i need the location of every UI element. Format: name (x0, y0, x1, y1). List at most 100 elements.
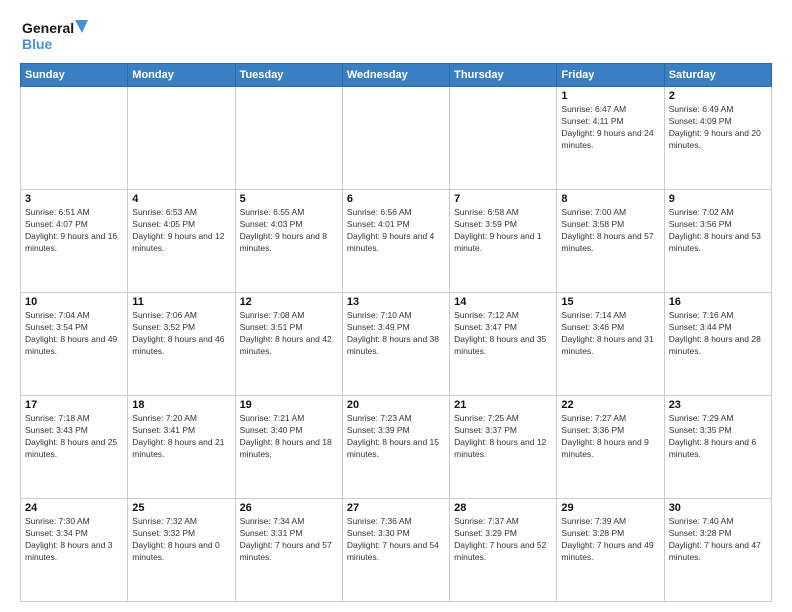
header-cell-thursday: Thursday (450, 64, 557, 87)
day-info: Sunrise: 7:12 AM Sunset: 3:47 PM Dayligh… (454, 310, 552, 358)
day-cell: 5 Sunrise: 6:55 AM Sunset: 4:03 PM Daylig… (235, 190, 342, 293)
day-info: Sunrise: 7:23 AM Sunset: 3:39 PM Dayligh… (347, 413, 445, 461)
day-cell: 16Sunrise: 7:16 AM Sunset: 3:44 PM Dayli… (664, 293, 771, 396)
day-info: Sunrise: 6:47 AM Sunset: 4:11 PM Dayligh… (561, 104, 659, 152)
calendar-table: SundayMondayTuesdayWednesdayThursdayFrid… (20, 63, 772, 602)
day-number: 13 (347, 296, 445, 308)
day-info: Sunrise: 7:29 AM Sunset: 3:35 PM Dayligh… (669, 413, 767, 461)
day-number: 6 (347, 193, 445, 205)
day-number: 1 (561, 90, 659, 102)
day-cell: 6Sunrise: 6:56 AM Sunset: 4:01 PM Daylig… (342, 190, 449, 293)
day-number: 30 (669, 502, 767, 514)
day-number: 21 (454, 399, 552, 411)
day-number: 3 (25, 193, 123, 205)
day-number: 8 (561, 193, 659, 205)
day-info: Sunrise: 7:36 AM Sunset: 3:30 PM Dayligh… (347, 516, 445, 564)
week-row-4: 17 Sunrise: 7:18 AM Sunset: 3:43 PM Dayli… (21, 396, 772, 499)
day-cell: 22Sunrise: 7:27 AM Sunset: 3:36 PM Dayli… (557, 396, 664, 499)
day-cell: 23 Sunrise: 7:29 AM Sunset: 3:35 PM Dayli… (664, 396, 771, 499)
day-info: Sunrise: 6:53 AM Sunset: 4:05 PM Dayligh… (132, 207, 230, 255)
day-number: 16 (669, 296, 767, 308)
day-cell (21, 87, 128, 190)
day-cell: 1 Sunrise: 6:47 AM Sunset: 4:11 PM Daylig… (557, 87, 664, 190)
day-info: Sunrise: 7:06 AM Sunset: 3:52 PM Dayligh… (132, 310, 230, 358)
day-number: 14 (454, 296, 552, 308)
day-number: 27 (347, 502, 445, 514)
day-cell: 24 Sunrise: 7:30 AM Sunset: 3:34 PM Dayli… (21, 499, 128, 602)
day-cell: 19 Sunrise: 7:21 AM Sunset: 3:40 PM Dayli… (235, 396, 342, 499)
day-cell: 27 Sunrise: 7:36 AM Sunset: 3:30 PM Dayli… (342, 499, 449, 602)
day-info: Sunrise: 7:08 AM Sunset: 3:51 PM Dayligh… (240, 310, 338, 358)
week-row-3: 10 Sunrise: 7:04 AM Sunset: 3:54 PM Dayli… (21, 293, 772, 396)
day-info: Sunrise: 7:34 AM Sunset: 3:31 PM Dayligh… (240, 516, 338, 564)
day-info: Sunrise: 7:39 AM Sunset: 3:28 PM Dayligh… (561, 516, 659, 564)
day-info: Sunrise: 7:10 AM Sunset: 3:49 PM Dayligh… (347, 310, 445, 358)
day-cell: 17 Sunrise: 7:18 AM Sunset: 3:43 PM Dayli… (21, 396, 128, 499)
day-number: 26 (240, 502, 338, 514)
day-cell (342, 87, 449, 190)
day-number: 4 (132, 193, 230, 205)
day-cell: 9 Sunrise: 7:02 AM Sunset: 3:56 PM Daylig… (664, 190, 771, 293)
day-number: 15 (561, 296, 659, 308)
day-cell: 11 Sunrise: 7:06 AM Sunset: 3:52 PM Dayli… (128, 293, 235, 396)
day-number: 29 (561, 502, 659, 514)
header: GeneralBlue (20, 15, 772, 55)
day-number: 17 (25, 399, 123, 411)
day-info: Sunrise: 6:49 AM Sunset: 4:09 PM Dayligh… (669, 104, 767, 152)
svg-text:General: General (22, 20, 74, 36)
day-number: 28 (454, 502, 552, 514)
day-cell: 25Sunrise: 7:32 AM Sunset: 3:32 PM Dayli… (128, 499, 235, 602)
week-row-5: 24 Sunrise: 7:30 AM Sunset: 3:34 PM Dayli… (21, 499, 772, 602)
week-row-2: 3 Sunrise: 6:51 AM Sunset: 4:07 PM Daylig… (21, 190, 772, 293)
day-number: 11 (132, 296, 230, 308)
day-number: 12 (240, 296, 338, 308)
day-number: 18 (132, 399, 230, 411)
day-number: 9 (669, 193, 767, 205)
day-cell: 15 Sunrise: 7:14 AM Sunset: 3:46 PM Dayli… (557, 293, 664, 396)
header-cell-friday: Friday (557, 64, 664, 87)
day-cell: 21 Sunrise: 7:25 AM Sunset: 3:37 PM Dayli… (450, 396, 557, 499)
header-cell-wednesday: Wednesday (342, 64, 449, 87)
day-number: 5 (240, 193, 338, 205)
day-cell (128, 87, 235, 190)
day-cell: 26 Sunrise: 7:34 AM Sunset: 3:31 PM Dayli… (235, 499, 342, 602)
day-number: 23 (669, 399, 767, 411)
day-info: Sunrise: 7:32 AM Sunset: 3:32 PM Dayligh… (132, 516, 230, 564)
header-cell-tuesday: Tuesday (235, 64, 342, 87)
day-info: Sunrise: 7:25 AM Sunset: 3:37 PM Dayligh… (454, 413, 552, 461)
day-info: Sunrise: 6:55 AM Sunset: 4:03 PM Dayligh… (240, 207, 338, 255)
day-info: Sunrise: 7:00 AM Sunset: 3:58 PM Dayligh… (561, 207, 659, 255)
day-info: Sunrise: 7:18 AM Sunset: 3:43 PM Dayligh… (25, 413, 123, 461)
day-info: Sunrise: 7:14 AM Sunset: 3:46 PM Dayligh… (561, 310, 659, 358)
day-cell (450, 87, 557, 190)
day-info: Sunrise: 6:51 AM Sunset: 4:07 PM Dayligh… (25, 207, 123, 255)
logo-svg: GeneralBlue (20, 15, 90, 55)
day-cell: 4 Sunrise: 6:53 AM Sunset: 4:05 PM Daylig… (128, 190, 235, 293)
day-info: Sunrise: 6:58 AM Sunset: 3:59 PM Dayligh… (454, 207, 552, 255)
day-cell: 29 Sunrise: 7:39 AM Sunset: 3:28 PM Dayli… (557, 499, 664, 602)
day-number: 7 (454, 193, 552, 205)
day-info: Sunrise: 7:30 AM Sunset: 3:34 PM Dayligh… (25, 516, 123, 564)
header-row: SundayMondayTuesdayWednesdayThursdayFrid… (21, 64, 772, 87)
day-number: 19 (240, 399, 338, 411)
day-info: Sunrise: 7:21 AM Sunset: 3:40 PM Dayligh… (240, 413, 338, 461)
logo: GeneralBlue (20, 15, 90, 55)
day-info: Sunrise: 7:04 AM Sunset: 3:54 PM Dayligh… (25, 310, 123, 358)
day-number: 10 (25, 296, 123, 308)
day-cell: 18 Sunrise: 7:20 AM Sunset: 3:41 PM Dayli… (128, 396, 235, 499)
day-cell: 28 Sunrise: 7:37 AM Sunset: 3:29 PM Dayli… (450, 499, 557, 602)
day-cell: 14 Sunrise: 7:12 AM Sunset: 3:47 PM Dayli… (450, 293, 557, 396)
week-row-1: 1 Sunrise: 6:47 AM Sunset: 4:11 PM Daylig… (21, 87, 772, 190)
day-number: 24 (25, 502, 123, 514)
day-cell: 30Sunrise: 7:40 AM Sunset: 3:28 PM Dayli… (664, 499, 771, 602)
day-cell: 7 Sunrise: 6:58 AM Sunset: 3:59 PM Daylig… (450, 190, 557, 293)
svg-text:Blue: Blue (22, 36, 53, 52)
day-cell: 12 Sunrise: 7:08 AM Sunset: 3:51 PM Dayli… (235, 293, 342, 396)
day-info: Sunrise: 7:02 AM Sunset: 3:56 PM Dayligh… (669, 207, 767, 255)
day-info: Sunrise: 7:20 AM Sunset: 3:41 PM Dayligh… (132, 413, 230, 461)
day-cell: 10 Sunrise: 7:04 AM Sunset: 3:54 PM Dayli… (21, 293, 128, 396)
day-number: 20 (347, 399, 445, 411)
day-info: Sunrise: 7:37 AM Sunset: 3:29 PM Dayligh… (454, 516, 552, 564)
header-cell-monday: Monday (128, 64, 235, 87)
day-cell: 2Sunrise: 6:49 AM Sunset: 4:09 PM Daylig… (664, 87, 771, 190)
